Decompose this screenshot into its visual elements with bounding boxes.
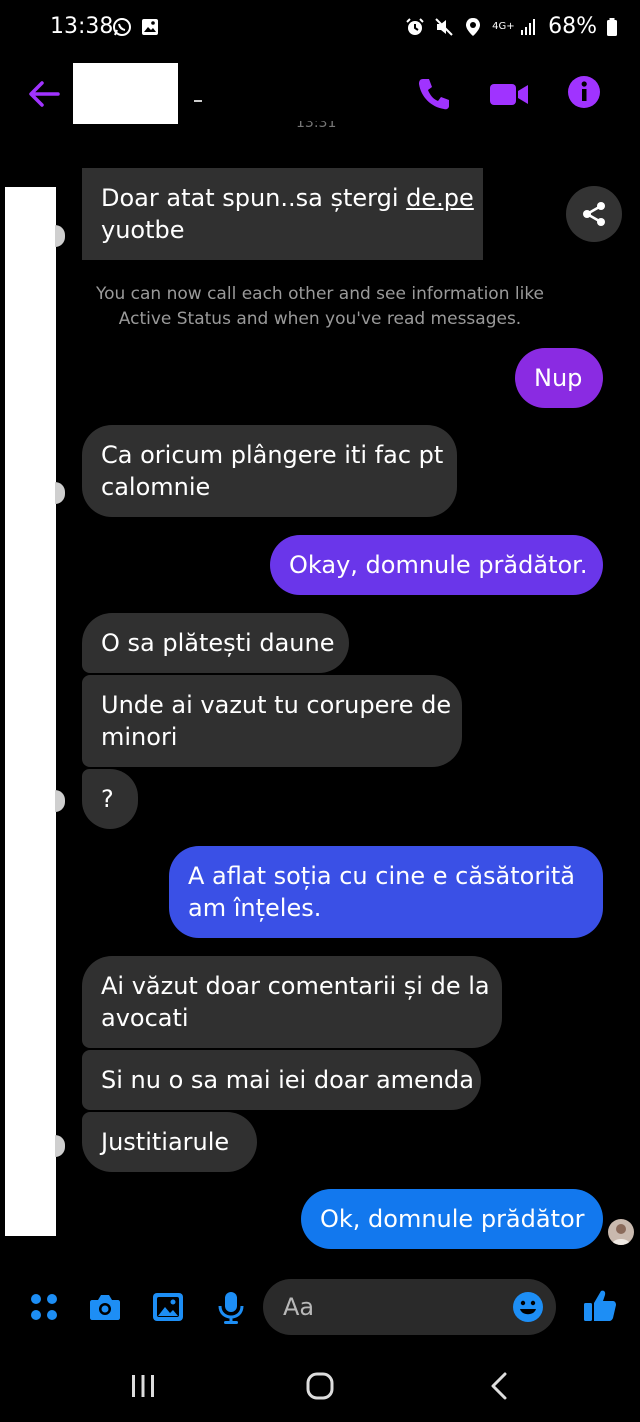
incoming-message[interactable]: Ai văzut doar comentarii și de la avocat… — [82, 956, 502, 1048]
outgoing-message[interactable]: Okay, domnule prădător. — [270, 535, 603, 595]
grid-menu-icon[interactable] — [27, 1290, 61, 1324]
home-icon[interactable] — [302, 1370, 338, 1402]
incoming-message[interactable]: Ca oricum plângere iti fac pt calomnie — [82, 425, 457, 517]
network-type: 4G+ — [492, 20, 515, 32]
sender-avatar[interactable] — [55, 790, 65, 812]
left-redaction — [5, 187, 56, 1236]
thumbs-up-icon[interactable] — [582, 1288, 618, 1324]
phone-icon[interactable] — [414, 74, 454, 114]
incoming-message[interactable]: Justitiarule — [82, 1112, 257, 1172]
message-composer — [0, 1272, 640, 1342]
conversation-header — [0, 58, 640, 130]
status-time: 13:38 — [50, 14, 114, 39]
sender-avatar[interactable] — [55, 482, 65, 504]
recent-apps-icon[interactable] — [125, 1370, 161, 1402]
system-message: You can now call each other and see info… — [95, 284, 545, 329]
timestamp-fragment: 13:31 — [296, 121, 337, 131]
gallery-notification-icon — [142, 19, 158, 35]
camera-icon[interactable] — [88, 1290, 122, 1324]
system-navigation-bar — [0, 1350, 640, 1422]
person-icon — [612, 1224, 630, 1245]
contact-name-redaction[interactable] — [73, 63, 178, 124]
outgoing-message[interactable]: Ok, domnule prădător — [301, 1189, 603, 1249]
status-bar: 13:38 4G+ 68% — [0, 0, 640, 58]
signal-icon — [521, 18, 536, 35]
battery-percent: 68% — [548, 14, 597, 39]
video-camera-icon[interactable] — [488, 74, 530, 114]
back-icon[interactable] — [482, 1370, 518, 1402]
info-icon[interactable] — [566, 74, 602, 110]
alarm-icon — [406, 17, 424, 35]
outgoing-message[interactable]: A aflat soția cu cine e căsătorită am în… — [169, 846, 603, 938]
message-link[interactable]: de.pe — [406, 184, 474, 212]
incoming-message[interactable]: Si nu o sa mai iei doar amenda — [82, 1050, 481, 1110]
share-icon — [583, 202, 605, 226]
arrow-left-icon[interactable] — [26, 76, 62, 112]
message-input[interactable] — [283, 1292, 503, 1322]
emoji-icon[interactable] — [511, 1290, 545, 1324]
microphone-icon[interactable] — [214, 1290, 248, 1324]
incoming-message[interactable]: Unde ai vazut tu corupere de minori — [82, 675, 462, 767]
message-input-box[interactable] — [263, 1279, 556, 1335]
whatsapp-notification-icon — [113, 18, 131, 36]
name-fragment — [194, 100, 202, 102]
incoming-message[interactable]: Doar atat spun..sa ștergi de.pe yuotbe — [82, 168, 483, 260]
share-button[interactable] — [566, 186, 622, 242]
mute-icon — [435, 17, 453, 36]
outgoing-message[interactable]: Nup — [515, 348, 603, 408]
battery-icon — [607, 17, 617, 36]
incoming-message[interactable]: O sa plătești daune — [82, 613, 349, 673]
sender-avatar[interactable] — [55, 1135, 65, 1157]
sender-avatar[interactable] — [55, 225, 65, 247]
incoming-message[interactable]: ? — [82, 769, 138, 829]
seen-receipt-avatar — [608, 1219, 634, 1245]
location-icon — [466, 17, 481, 36]
gallery-icon[interactable] — [151, 1290, 185, 1324]
